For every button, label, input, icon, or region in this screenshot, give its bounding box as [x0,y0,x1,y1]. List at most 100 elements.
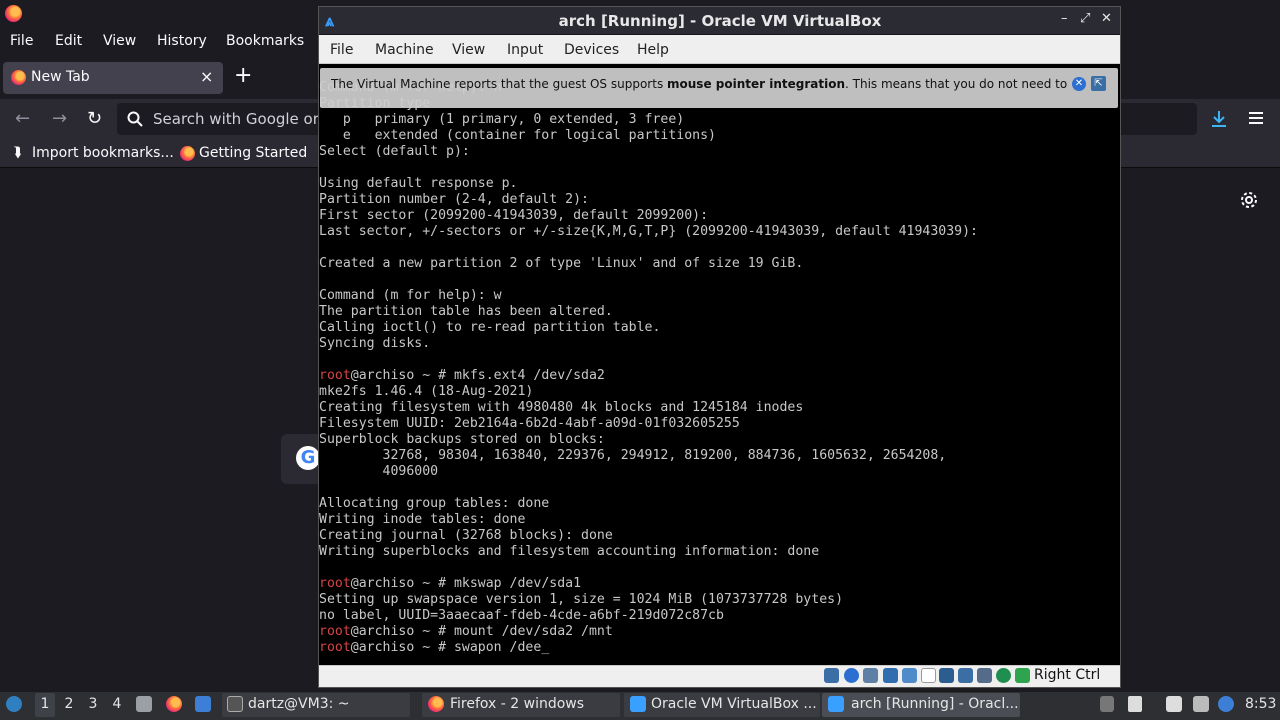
terminal-text: p primary (1 primary, 0 extended, 3 free… [319,112,685,127]
volume-icon[interactable] [1128,696,1142,712]
maximize-icon[interactable]: ⤢ [1080,11,1090,26]
terminal-text: Partition number (2-4, default 2): [319,192,589,207]
terminal-output[interactable]: Command (m for help): nPartition type p … [319,80,1120,664]
terminal-line: root@archiso ~ # mkswap /dev/sda1 [319,576,1120,592]
firefox-menu-bookmarks[interactable]: Bookmarks [226,33,304,49]
firefox-menu-history[interactable]: History [157,33,207,49]
vbox-window-title: arch [Running] - Oracle VM VirtualBox [558,12,882,30]
task-vbox-manager-label: Oracle VM VirtualBox ... [651,696,817,712]
terminal-line: Allocating group tables: done [319,496,1120,512]
terminal-text: 32768, 98304, 163840, 229376, 294912, 81… [319,448,947,463]
screen-icon[interactable] [1193,696,1209,712]
new-tab-button[interactable]: + [234,65,252,87]
minimize-icon[interactable]: – [1061,11,1068,26]
terminal-line: Creating journal (32768 blocks): done [319,528,1120,544]
clipboard-icon[interactable] [1166,696,1182,712]
recording-icon[interactable] [958,668,973,683]
terminal-text: Creating filesystem with 4980480 4k bloc… [319,400,804,415]
close-icon[interactable]: ✕ [1101,11,1112,26]
firefox-tab-label: New Tab [31,69,90,85]
terminal-line: Creating filesystem with 4980480 4k bloc… [319,400,1120,416]
display-icon[interactable] [939,668,954,683]
shared-folders-icon[interactable] [921,668,936,683]
vbox-menu-input[interactable]: Input [507,42,543,58]
terminal-line: Select (default p): [319,144,1120,160]
terminal-text: no label, UUID=3aaecaaf-fdeb-4cde-a6bf-2… [319,608,724,623]
mouse-integration-icon[interactable]: ⇱ [1091,76,1106,91]
terminal-line: First sector (2099200-41943039, default … [319,208,1120,224]
terminal-line: Superblock backups stored on blocks: [319,432,1120,448]
usb-icon[interactable] [902,668,917,683]
terminal-line: mke2fs 1.46.4 (18-Aug-2021) [319,384,1120,400]
network-icon[interactable] [883,668,898,683]
firefox-menu-file[interactable]: File [10,33,33,49]
workspace-3[interactable]: 3 [84,696,102,712]
terminal-text: Writing superblocks and filesystem accou… [319,544,820,559]
terminal-line: Syncing disks. [319,336,1120,352]
terminal-text: @archiso ~ # swapon /dee_ [350,640,550,655]
vbox-menu-view[interactable]: View [452,42,485,58]
terminal-line: Last sector, +/-sectors or +/-size{K,M,G… [319,224,1120,240]
terminal-line: Filesystem UUID: 2eb2164a-6b2d-4abf-a09d… [319,416,1120,432]
firefox-launcher-icon[interactable] [166,696,182,712]
terminal-text: @archiso ~ # mount /dev/sda2 /mnt [350,624,613,639]
vbox-menu-devices[interactable]: Devices [564,42,619,58]
terminal-text: Created a new partition 2 of type 'Linux… [319,256,804,271]
terminal-line: Partition number (2-4, default 2): [319,192,1120,208]
firefox-icon [428,696,444,712]
hard-disk-icon[interactable] [824,668,839,683]
tab-close-icon[interactable]: × [200,67,213,86]
hamburger-menu-icon[interactable] [1249,111,1263,125]
firefox-menu-view[interactable]: View [103,33,136,49]
terminal-line: root@archiso ~ # swapon /dee_ [319,640,1120,656]
virtualbox-icon [630,696,646,712]
terminal-line: The partition table has been altered. [319,304,1120,320]
firefox-menu-edit[interactable]: Edit [55,33,82,49]
notice-close-icon[interactable]: ✕ [1072,77,1086,91]
update-notifier-icon[interactable] [1218,696,1234,712]
vbox-menu-machine[interactable]: Machine [375,42,434,58]
settings-gear-icon[interactable] [1240,191,1258,209]
forward-icon[interactable]: → [52,108,67,129]
bookmark-import[interactable]: Import bookmarks... [32,145,174,161]
terminal-line: Writing inode tables: done [319,512,1120,528]
vbox-menu-file[interactable]: File [330,42,353,58]
terminal-icon [227,696,243,712]
start-menu-icon[interactable] [6,696,22,712]
prompt-user: root [319,640,351,655]
back-icon[interactable]: ← [15,108,30,129]
terminal-line: Writing superblocks and filesystem accou… [319,544,1120,560]
guest-additions-icon[interactable] [996,668,1011,683]
firefox-logo-icon [5,5,22,22]
download-icon[interactable] [1211,110,1227,128]
vbox-menu-help[interactable]: Help [637,42,669,58]
task-terminal-label: dartz@VM3: ~ [248,696,350,712]
terminal-text: The partition table has been altered. [319,304,613,319]
audio-icon[interactable] [863,668,878,683]
workspace-4[interactable]: 4 [108,696,126,712]
terminal-text: Calling ioctl() to re-read partition tab… [319,320,661,335]
terminal-text: @archiso ~ # mkswap /dev/sda1 [350,576,582,591]
terminal-line: Command (m for help): w [319,288,1120,304]
terminal-text: Allocating group tables: done [319,496,550,511]
bookmark-getting-started[interactable]: Getting Started [199,145,307,161]
workspace-1[interactable]: 1 [36,696,54,712]
tray-eject-icon[interactable] [1100,696,1114,712]
mouse-capture-icon[interactable] [1015,668,1030,683]
terminal-text: Creating journal (32768 blocks): done [319,528,613,543]
file-manager-icon[interactable] [136,696,152,712]
reload-icon[interactable]: ↻ [87,108,102,129]
folder-launcher-icon[interactable] [195,696,211,712]
optical-drive-icon[interactable] [844,668,859,683]
terminal-text: Using default response p. [319,176,518,191]
terminal-line: root@archiso ~ # mount /dev/sda2 /mnt [319,624,1120,640]
cpu-icon[interactable] [977,668,992,683]
firefox-favicon-icon [11,70,26,85]
workspace-2[interactable]: 2 [60,696,78,712]
terminal-line: 32768, 98304, 163840, 229376, 294912, 81… [319,448,1120,464]
